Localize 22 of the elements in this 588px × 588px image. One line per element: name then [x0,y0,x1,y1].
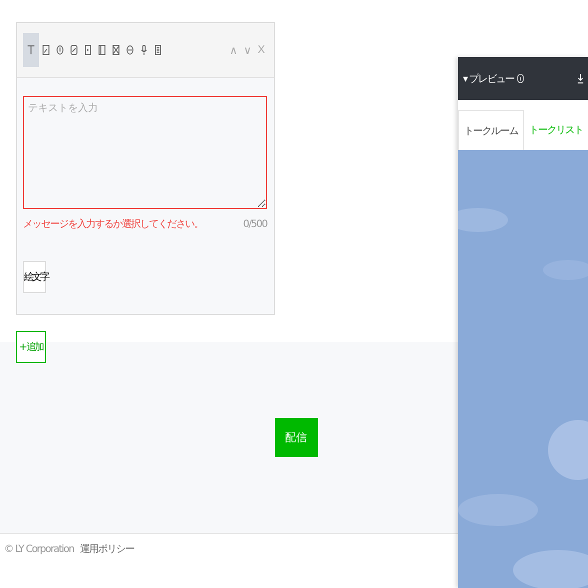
document-icon [153,43,163,57]
preview-title[interactable]: ▾ プレビュー [463,72,514,86]
character-counter: 0/500 [243,218,267,230]
text-icon [26,43,36,57]
send-button[interactable]: 配信 [274,418,318,457]
preview-tab[interactable]: トークルーム [458,110,524,150]
copyright-text: © LY Corporation [4,544,74,554]
collapse-up-button[interactable]: ∧ [228,44,239,56]
emoji-button[interactable]: 絵文字 [23,261,46,293]
video-icon [83,43,93,57]
add-button[interactable]: + 追加 [16,331,46,363]
move-down-button[interactable]: ∨ [242,44,253,56]
info-icon[interactable] [517,73,524,84]
card-icon [97,43,107,57]
download-icon[interactable] [577,73,584,84]
error-message: メッセージを入力するか選択してください。 [23,218,203,231]
sticker-icon [41,43,51,57]
text-tool[interactable] [23,33,39,67]
text-field[interactable]: テキストを入力 [23,96,267,209]
policy-link[interactable]: 運用ポリシー [80,542,134,556]
remove-button[interactable]: X [256,44,266,56]
microphone-icon [139,43,149,57]
